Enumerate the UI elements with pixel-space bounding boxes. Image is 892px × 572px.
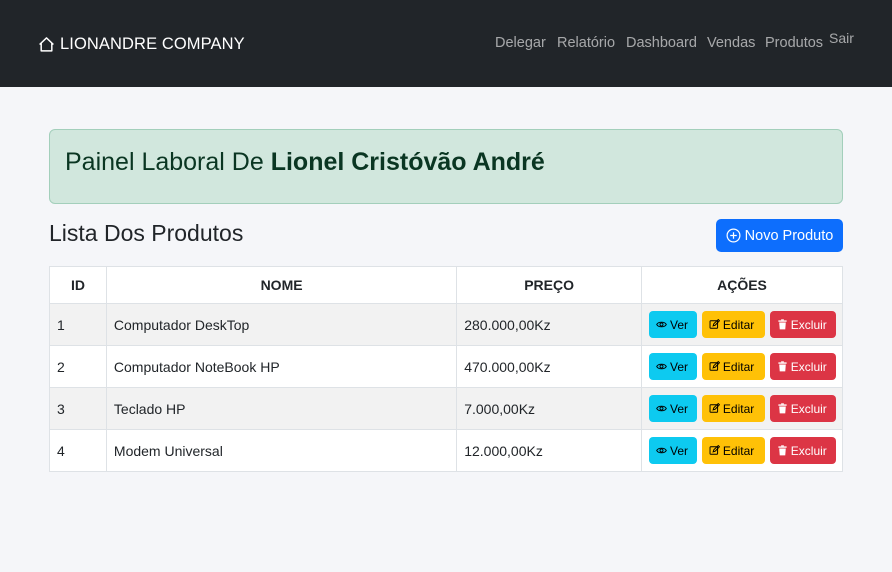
- edit-icon: [709, 319, 720, 329]
- cell-name: Computador DeskTop: [105, 303, 458, 346]
- edit-icon: [709, 403, 720, 413]
- welcome-prefix: Painel Laboral De: [65, 148, 264, 176]
- delete-button[interactable]: Excluir: [769, 311, 836, 338]
- cell-actions: Ver Editar Excluir: [641, 429, 843, 472]
- edit-icon: [709, 361, 720, 371]
- nav-link-relatorio[interactable]: Relatório: [557, 35, 615, 51]
- view-label: Ver: [670, 401, 689, 416]
- table-header-row: ID NOME PREÇO AÇÕES: [49, 266, 843, 304]
- delete-label: Excluir: [790, 401, 827, 416]
- cell-actions: Ver Editar Excluir: [641, 303, 843, 346]
- new-product-button[interactable]: Novo Produto: [716, 219, 843, 252]
- plus-circle-icon: [726, 228, 741, 243]
- cell-name: Teclado HP: [105, 387, 458, 430]
- view-button[interactable]: Ver: [649, 353, 697, 380]
- column-header-preco: PREÇO: [456, 266, 642, 304]
- column-header-id: ID: [49, 266, 107, 304]
- nav-links: Delegar Relatório Dashboard Vendas Produ…: [0, 0, 892, 87]
- cell-price: 7.000,00Kz: [456, 387, 642, 430]
- column-header-nome: NOME: [105, 266, 458, 304]
- products-title: Lista Dos Produtos: [49, 220, 244, 246]
- table-row: 1 Computador DeskTop 280.000,00Kz Ver Ed…: [49, 303, 843, 346]
- navbar: LIONANDRE COMPANY Delegar Relatório Dash…: [0, 0, 892, 87]
- edit-label: Editar: [722, 317, 755, 332]
- cell-id: 4: [49, 429, 107, 472]
- trash-icon: [778, 361, 787, 372]
- eye-icon: [656, 447, 667, 454]
- edit-button[interactable]: Editar: [701, 437, 765, 464]
- welcome-heading: Painel Laboral De Lionel Cristóvão André: [65, 148, 545, 177]
- cell-id: 3: [49, 387, 107, 430]
- edit-label: Editar: [722, 443, 755, 458]
- cell-price: 280.000,00Kz: [456, 303, 642, 346]
- nav-link-vendas[interactable]: Vendas: [707, 35, 755, 51]
- view-label: Ver: [670, 443, 689, 458]
- view-label: Ver: [670, 359, 689, 374]
- nav-link-delegar[interactable]: Delegar: [495, 35, 546, 51]
- welcome-alert: Painel Laboral De Lionel Cristóvão André: [49, 129, 843, 204]
- nav-link-sair[interactable]: Sair: [829, 30, 854, 46]
- delete-button[interactable]: Excluir: [769, 353, 836, 380]
- edit-button[interactable]: Editar: [701, 311, 765, 338]
- cell-name: Computador NoteBook HP: [105, 345, 458, 388]
- table-row: 3 Teclado HP 7.000,00Kz Ver Editar Exclu…: [49, 387, 843, 430]
- cell-id: 2: [49, 345, 107, 388]
- eye-icon: [656, 363, 667, 370]
- cell-price: 12.000,00Kz: [456, 429, 642, 472]
- column-header-acoes: AÇÕES: [641, 266, 843, 304]
- view-button[interactable]: Ver: [649, 311, 697, 338]
- cell-price: 470.000,00Kz: [456, 345, 642, 388]
- eye-icon: [656, 405, 667, 412]
- cell-name: Modem Universal: [105, 429, 458, 472]
- cell-actions: Ver Editar Excluir: [641, 387, 843, 430]
- new-product-label: Novo Produto: [744, 227, 834, 244]
- delete-label: Excluir: [790, 359, 827, 374]
- cell-id: 1: [49, 303, 107, 346]
- table-row: 4 Modem Universal 12.000,00Kz Ver Editar…: [49, 429, 843, 472]
- trash-icon: [778, 445, 787, 456]
- edit-icon: [709, 445, 720, 455]
- delete-label: Excluir: [790, 443, 827, 458]
- user-name: Lionel Cristóvão André: [270, 148, 545, 176]
- view-button[interactable]: Ver: [649, 395, 697, 422]
- nav-link-produtos[interactable]: Produtos: [765, 35, 823, 51]
- table-row: 2 Computador NoteBook HP 470.000,00Kz Ve…: [49, 345, 843, 388]
- cell-actions: Ver Editar Excluir: [641, 345, 843, 388]
- products-table: ID NOME PREÇO AÇÕES 1 Computador DeskTop…: [49, 266, 843, 472]
- edit-button[interactable]: Editar: [701, 353, 765, 380]
- edit-label: Editar: [722, 359, 755, 374]
- nav-link-dashboard[interactable]: Dashboard: [626, 35, 697, 51]
- delete-button[interactable]: Excluir: [769, 395, 836, 422]
- trash-icon: [778, 403, 787, 414]
- delete-button[interactable]: Excluir: [769, 437, 836, 464]
- edit-label: Editar: [722, 401, 755, 416]
- eye-icon: [656, 321, 667, 328]
- edit-button[interactable]: Editar: [701, 395, 765, 422]
- view-button[interactable]: Ver: [649, 437, 697, 464]
- view-label: Ver: [670, 317, 689, 332]
- trash-icon: [778, 319, 787, 330]
- delete-label: Excluir: [790, 317, 827, 332]
